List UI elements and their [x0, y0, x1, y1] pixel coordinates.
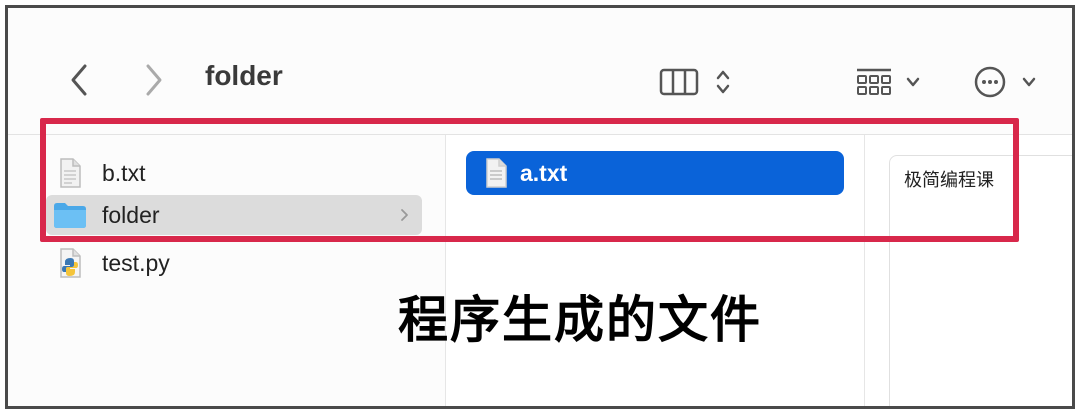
more-actions-button[interactable] — [972, 62, 1008, 102]
parent-column: b.txt folder test.py — [8, 135, 446, 406]
more-actions-dropdown[interactable] — [1020, 72, 1038, 92]
columns-view-icon — [659, 68, 699, 96]
window-title: folder — [205, 60, 283, 91]
chevron-down-icon — [1022, 77, 1036, 87]
file-row-test-py[interactable]: test.py — [46, 243, 422, 283]
preview-content: 极简编程课 — [904, 170, 994, 191]
file-name: folder — [102, 201, 160, 228]
file-preview[interactable]: 极简编程课 — [889, 155, 1072, 406]
preview-column: 极简编程课 — [865, 135, 1072, 406]
group-button[interactable] — [854, 64, 894, 100]
file-name: test.py — [102, 249, 170, 276]
python-file-icon — [52, 245, 88, 281]
folder-column: a.txt — [446, 135, 865, 406]
view-mode-button[interactable] — [658, 64, 700, 100]
group-dropdown[interactable] — [904, 72, 922, 92]
file-name: a.txt — [520, 159, 568, 186]
text-file-icon — [484, 157, 508, 189]
chevron-right-icon — [398, 205, 412, 225]
folder-icon — [52, 197, 88, 233]
chevron-right-icon — [146, 64, 162, 96]
group-grid-icon — [857, 68, 891, 95]
toolbar: folder — [8, 8, 1072, 134]
annotation-caption: 程序生成的文件 — [398, 291, 762, 349]
chevron-up-down-icon — [716, 70, 730, 94]
ellipsis-circle-icon — [974, 66, 1006, 98]
view-mode-stepper[interactable] — [714, 64, 732, 100]
finder-window: folder b.txt folder test.py a.txt 极简编程课 … — [5, 5, 1075, 409]
file-row-folder[interactable]: folder — [46, 195, 422, 235]
file-name: b.txt — [102, 159, 146, 186]
back-button[interactable] — [64, 58, 94, 102]
chevron-down-icon — [906, 77, 920, 87]
file-row-a-txt[interactable]: a.txt — [466, 151, 844, 195]
text-file-icon — [52, 155, 88, 191]
chevron-left-icon — [71, 64, 87, 96]
forward-button[interactable] — [139, 58, 169, 102]
file-row-b-txt[interactable]: b.txt — [46, 153, 422, 193]
